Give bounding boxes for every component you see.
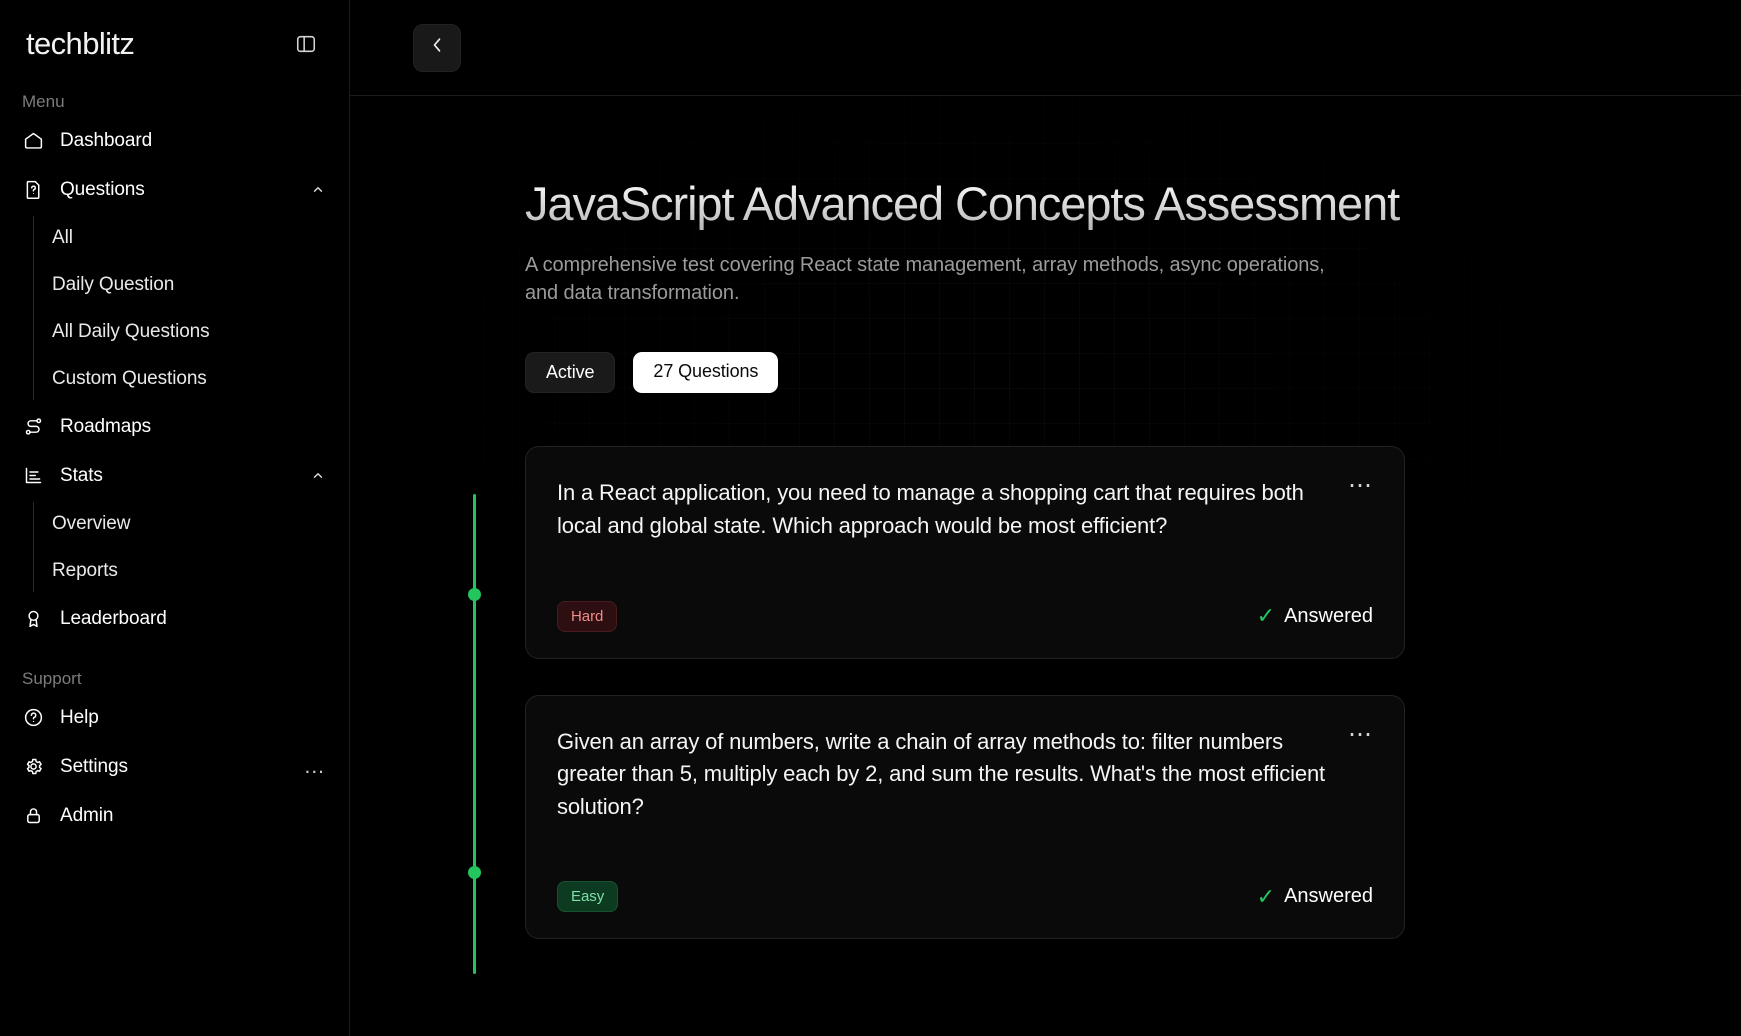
sidebar-menu-label: Menu <box>22 92 65 111</box>
bar-chart-icon <box>22 465 44 487</box>
question-card[interactable]: Given an array of numbers, write a chain… <box>525 694 1405 940</box>
check-icon: ✓ <box>1256 603 1276 628</box>
question-card-footer: Hard ✓ Answered <box>557 600 1373 632</box>
sidebar-item-label: Questions <box>60 178 145 200</box>
help-circle-icon <box>22 707 44 729</box>
question-board: In a React application, you need to mana… <box>468 446 1741 975</box>
difficulty-badge: Easy <box>557 881 619 913</box>
question-file-icon <box>22 179 44 201</box>
sidebar-item-settings[interactable]: Settings ... <box>0 742 349 791</box>
home-icon <box>22 130 44 152</box>
page-subtitle: A comprehensive test covering React stat… <box>525 253 1325 305</box>
page-title: JavaScript Advanced Concepts Assessment <box>525 177 1741 231</box>
sidebar-support-label: Support <box>22 669 82 688</box>
sidebar-item-stats[interactable]: Stats <box>0 451 349 500</box>
sidebar-item-roadmaps[interactable]: Roadmaps <box>0 402 349 451</box>
chevron-up-icon[interactable] <box>311 183 325 197</box>
sidebar-item-label: Dashboard <box>60 129 153 151</box>
question-card-header: In a React application, you need to mana… <box>557 474 1373 542</box>
sidebar-item-leaderboard[interactable]: Leaderboard <box>0 594 349 643</box>
brand-logo[interactable]: techblitz <box>26 26 135 62</box>
award-icon <box>22 608 44 630</box>
difficulty-badge: Hard <box>557 600 618 632</box>
sidebar-submenu-stats: Overview Reports <box>33 500 349 594</box>
chevron-up-icon[interactable] <box>311 469 325 483</box>
roadmap-icon <box>22 416 44 438</box>
timeline-dot <box>468 866 481 880</box>
sidebar-item-label: Admin <box>60 804 114 826</box>
sidebar-item-label: Help <box>60 706 99 728</box>
question-card-footer: Easy ✓ Answered <box>557 881 1373 913</box>
question-text: Given an array of numbers, write a chain… <box>557 728 1325 819</box>
lock-icon <box>22 805 44 827</box>
sidebar-submenu-questions: All Daily Question All Daily Questions C… <box>33 214 349 402</box>
badge-row: Active 27 Questions <box>525 352 1741 394</box>
question-count-badge[interactable]: 27 Questions <box>633 352 779 394</box>
question-more-icon[interactable]: ⋯ <box>1348 722 1373 746</box>
status-badge[interactable]: Active <box>525 352 616 394</box>
app-root: techblitz Menu Dashboard Questions All D… <box>0 0 1741 1036</box>
main-content: JavaScript Advanced Concepts Assessment … <box>350 0 1741 1036</box>
content-inner: JavaScript Advanced Concepts Assessment … <box>350 96 1741 975</box>
answered-label: Answered <box>1284 604 1373 627</box>
gear-icon <box>22 756 44 778</box>
answered-status: ✓ Answered <box>1257 885 1373 908</box>
back-button[interactable] <box>413 23 461 72</box>
sidebar-item-custom-questions[interactable]: Custom Questions <box>33 355 349 402</box>
sidebar-item-help[interactable]: Help <box>0 693 349 742</box>
sidebar-item-reports[interactable]: Reports <box>33 547 349 594</box>
top-bar <box>350 0 1741 96</box>
answered-status: ✓ Answered <box>1257 605 1373 628</box>
sidebar-item-dashboard[interactable]: Dashboard <box>0 116 349 165</box>
question-card-header: Given an array of numbers, write a chain… <box>557 722 1373 824</box>
settings-more-icon[interactable]: ... <box>304 756 325 777</box>
sidebar-item-all[interactable]: All <box>33 214 349 261</box>
question-list: In a React application, you need to mana… <box>525 446 1405 940</box>
sidebar-item-daily-question[interactable]: Daily Question <box>33 261 349 308</box>
sidebar-item-questions[interactable]: Questions <box>0 165 349 214</box>
content-area: JavaScript Advanced Concepts Assessment … <box>350 96 1741 1036</box>
sidebar-item-label: Roadmaps <box>60 415 152 437</box>
check-icon: ✓ <box>1256 883 1276 909</box>
answered-label: Answered <box>1284 885 1373 908</box>
sidebar-header: techblitz <box>0 0 349 66</box>
timeline-dot <box>468 588 481 602</box>
sidebar: techblitz Menu Dashboard Questions All D… <box>0 0 350 1036</box>
timeline-line <box>473 494 476 975</box>
sidebar-item-label: Settings <box>60 755 128 777</box>
sidebar-item-all-daily-questions[interactable]: All Daily Questions <box>33 308 349 355</box>
question-card[interactable]: In a React application, you need to mana… <box>525 446 1405 659</box>
question-more-icon[interactable]: ⋯ <box>1348 474 1373 498</box>
sidebar-item-label: Leaderboard <box>60 607 167 629</box>
sidebar-item-overview[interactable]: Overview <box>33 500 349 547</box>
chevron-left-icon <box>427 35 447 60</box>
panel-toggle-icon[interactable] <box>294 32 318 56</box>
sidebar-item-admin[interactable]: Admin <box>0 791 349 840</box>
question-text: In a React application, you need to mana… <box>557 480 1304 538</box>
sidebar-item-label: Stats <box>60 464 103 486</box>
